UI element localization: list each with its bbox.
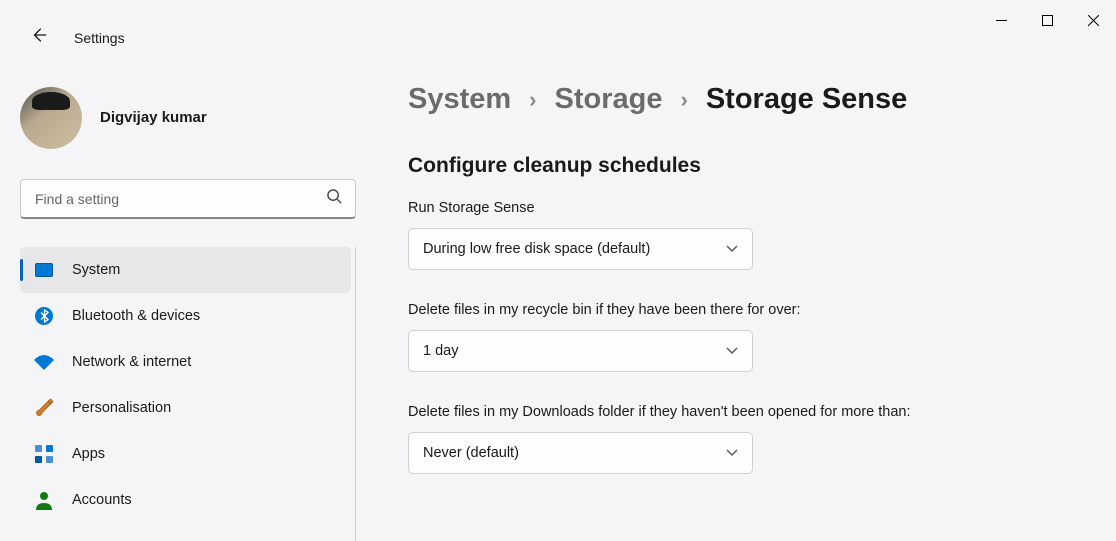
sidebar-item-label: Personalisation xyxy=(72,400,171,416)
sidebar-item-label: Bluetooth & devices xyxy=(72,308,200,324)
chevron-down-icon xyxy=(726,445,738,461)
sidebar-item-bluetooth[interactable]: Bluetooth & devices xyxy=(20,293,351,339)
breadcrumb-system[interactable]: System xyxy=(408,83,511,116)
recycle-bin-select[interactable]: 1 day xyxy=(408,330,753,372)
select-value: 1 day xyxy=(423,343,458,359)
chevron-right-icon: › xyxy=(680,87,687,113)
brush-icon xyxy=(34,398,54,418)
search-icon xyxy=(327,189,342,209)
bluetooth-icon xyxy=(34,306,54,326)
search-input[interactable] xyxy=(20,179,356,219)
sidebar-item-system[interactable]: System xyxy=(20,247,351,293)
recycle-bin-label: Delete files in my recycle bin if they h… xyxy=(408,302,1076,318)
select-value: Never (default) xyxy=(423,445,519,461)
sidebar-item-label: Apps xyxy=(72,446,105,462)
sidebar-item-apps[interactable]: Apps xyxy=(20,431,351,477)
breadcrumb-storage[interactable]: Storage xyxy=(555,83,663,116)
sidebar-item-network[interactable]: Network & internet xyxy=(20,339,351,385)
section-title: Configure cleanup schedules xyxy=(408,154,1076,178)
sidebar-item-label: Network & internet xyxy=(72,354,191,370)
run-storage-sense-label: Run Storage Sense xyxy=(408,200,1076,216)
avatar xyxy=(20,87,82,149)
chevron-down-icon xyxy=(726,241,738,257)
sidebar-item-personalisation[interactable]: Personalisation xyxy=(20,385,351,431)
sidebar-item-accounts[interactable]: Accounts xyxy=(20,477,351,523)
select-value: During low free disk space (default) xyxy=(423,241,650,257)
downloads-select[interactable]: Never (default) xyxy=(408,432,753,474)
apps-icon xyxy=(34,444,54,464)
chevron-right-icon: › xyxy=(529,87,536,113)
wifi-icon xyxy=(34,352,54,372)
run-storage-sense-select[interactable]: During low free disk space (default) xyxy=(408,228,753,270)
back-button[interactable] xyxy=(24,20,54,55)
breadcrumb: System › Storage › Storage Sense xyxy=(408,83,1076,116)
app-title: Settings xyxy=(74,30,125,46)
breadcrumb-current: Storage Sense xyxy=(706,83,907,116)
system-icon xyxy=(34,260,54,280)
profile-name: Digvijay kumar xyxy=(100,109,207,126)
sidebar-item-label: Accounts xyxy=(72,492,132,508)
profile-block[interactable]: Digvijay kumar xyxy=(20,85,356,179)
account-icon xyxy=(34,490,54,510)
chevron-down-icon xyxy=(726,343,738,359)
sidebar-item-label: System xyxy=(72,262,120,278)
downloads-label: Delete files in my Downloads folder if t… xyxy=(408,404,948,420)
